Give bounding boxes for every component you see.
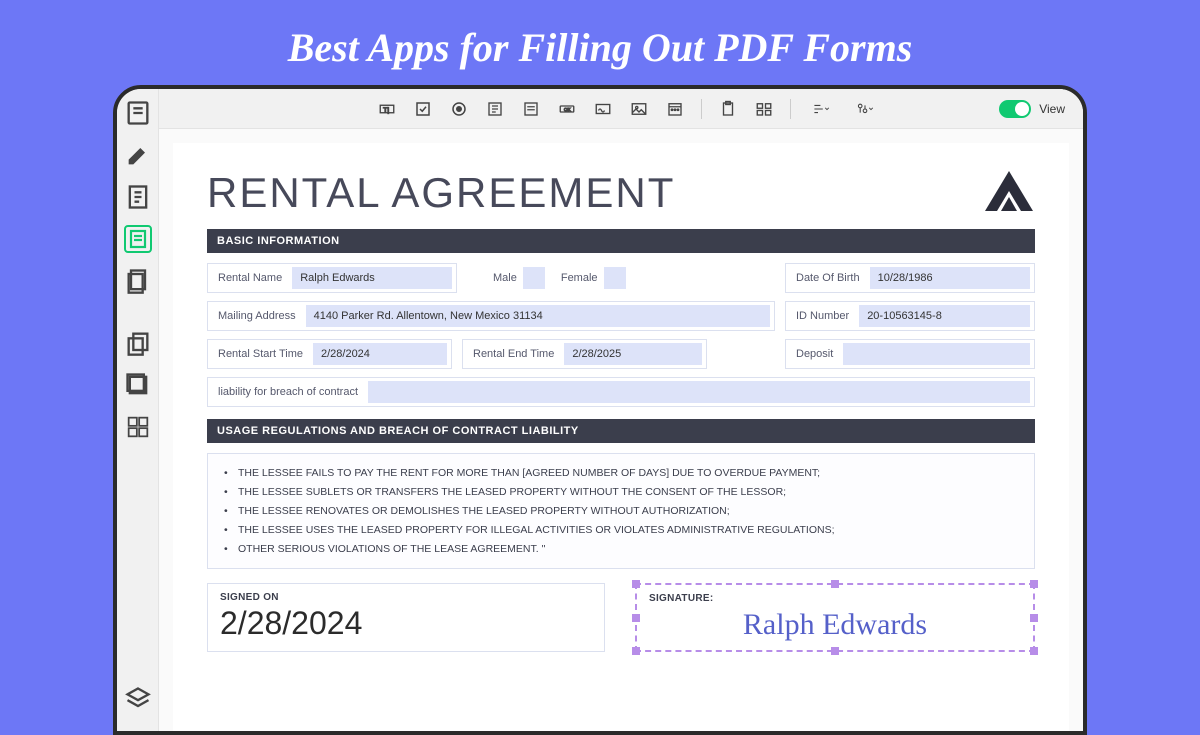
field-label: ID Number <box>786 310 859 322</box>
usage-item: THE LESSEE USES THE LEASED PROPERTY FOR … <box>224 521 1018 540</box>
id-number-field[interactable]: ID Number 20-10563145-8 <box>785 301 1035 331</box>
signature-value[interactable]: Ralph Edwards <box>649 608 1021 642</box>
tool-layers-icon[interactable] <box>124 685 152 713</box>
field-value[interactable]: 2/28/2024 <box>313 343 447 365</box>
usage-regulations-list: THE LESSEE FAILS TO PAY THE RENT FOR MOR… <box>207 453 1035 569</box>
toolbar-divider <box>790 99 791 119</box>
top-toolbar: T| OK Vi <box>159 89 1083 129</box>
female-checkbox[interactable] <box>604 267 626 289</box>
radio-icon[interactable] <box>449 99 469 119</box>
section-usage: USAGE REGULATIONS AND BREACH OF CONTRACT… <box>207 419 1035 443</box>
usage-item: THE LESSEE RENOVATES OR DEMOLISHES THE L… <box>224 502 1018 521</box>
resize-handle[interactable] <box>1030 580 1038 588</box>
field-label: Rental End Time <box>463 348 564 360</box>
checkbox-icon[interactable] <box>413 99 433 119</box>
tools-icon[interactable] <box>851 99 879 119</box>
left-toolbar <box>117 89 159 731</box>
tool-pages-icon[interactable] <box>124 267 152 295</box>
view-label: View <box>1039 102 1065 116</box>
resize-handle[interactable] <box>632 614 640 622</box>
resize-handle[interactable] <box>831 580 839 588</box>
mailing-address-field[interactable]: Mailing Address 4140 Parker Rd. Allentow… <box>207 301 775 331</box>
field-label: Mailing Address <box>208 310 306 322</box>
listbox-icon[interactable] <box>521 99 541 119</box>
tool-stack-icon[interactable] <box>124 371 152 399</box>
toolbar-divider <box>701 99 702 119</box>
hero-title: Best Apps for Filling Out PDF Forms <box>0 0 1200 85</box>
resize-handle[interactable] <box>1030 647 1038 655</box>
field-value[interactable]: Ralph Edwards <box>292 267 452 289</box>
signed-on-box: SIGNED ON 2/28/2024 <box>207 583 605 652</box>
tool-highlighter-icon[interactable] <box>124 141 152 169</box>
field-value[interactable] <box>368 381 1030 403</box>
field-label: Deposit <box>786 348 843 360</box>
align-icon[interactable] <box>807 99 835 119</box>
document-title: RENTAL AGREEMENT <box>207 169 675 217</box>
field-label: liability for breach of contract <box>208 386 368 398</box>
field-value[interactable] <box>843 343 1030 365</box>
field-value[interactable]: 20-10563145-8 <box>859 305 1030 327</box>
tool-grid-icon[interactable] <box>124 413 152 441</box>
usage-item: THE LESSEE FAILS TO PAY THE RENT FOR MOR… <box>224 464 1018 483</box>
signed-date-value[interactable]: 2/28/2024 <box>220 605 592 642</box>
field-label: Rental Start Time <box>208 348 313 360</box>
resize-handle[interactable] <box>1030 614 1038 622</box>
signature-box[interactable]: SIGNATURE: Ralph Edwards <box>635 583 1035 652</box>
tablet-frame: T| OK Vi <box>113 85 1087 735</box>
dob-field[interactable]: Date Of Birth 10/28/1986 <box>785 263 1035 293</box>
signed-label: SIGNED ON <box>220 592 592 603</box>
tool-copy-icon[interactable] <box>124 329 152 357</box>
field-value[interactable]: 10/28/1986 <box>870 267 1030 289</box>
date-icon[interactable] <box>665 99 685 119</box>
rental-start-field[interactable]: Rental Start Time 2/28/2024 <box>207 339 452 369</box>
svg-text:OK: OK <box>564 106 571 111</box>
button-icon[interactable]: OK <box>557 99 577 119</box>
female-label: Female <box>561 272 598 284</box>
field-label: Date Of Birth <box>786 272 870 284</box>
svg-text:T|: T| <box>383 107 389 114</box>
resize-handle[interactable] <box>632 580 640 588</box>
resize-handle[interactable] <box>831 647 839 655</box>
liability-field[interactable]: liability for breach of contract <box>207 377 1035 407</box>
field-value[interactable]: 2/28/2025 <box>564 343 702 365</box>
field-label: Rental Name <box>208 272 292 284</box>
male-checkbox[interactable] <box>523 267 545 289</box>
grid-tool-icon[interactable] <box>754 99 774 119</box>
tool-form-icon[interactable] <box>124 225 152 253</box>
resize-handle[interactable] <box>632 647 640 655</box>
field-value[interactable]: 4140 Parker Rd. Allentown, New Mexico 31… <box>306 305 770 327</box>
company-logo-icon <box>983 169 1035 213</box>
image-icon[interactable] <box>629 99 649 119</box>
rental-name-field[interactable]: Rental Name Ralph Edwards <box>207 263 457 293</box>
paste-icon[interactable] <box>718 99 738 119</box>
usage-item: THE LESSEE SUBLETS OR TRANSFERS THE LEAS… <box>224 483 1018 502</box>
tool-edit-icon[interactable] <box>124 183 152 211</box>
rental-end-field[interactable]: Rental End Time 2/28/2025 <box>462 339 707 369</box>
gender-field: Male Female <box>487 263 632 293</box>
male-label: Male <box>493 272 517 284</box>
tool-reader-icon[interactable] <box>124 99 152 127</box>
document-canvas: RENTAL AGREEMENT BASIC INFORMATION Renta… <box>173 143 1069 731</box>
deposit-field[interactable]: Deposit <box>785 339 1035 369</box>
section-basic-info: BASIC INFORMATION <box>207 229 1035 253</box>
dropdown-icon[interactable] <box>485 99 505 119</box>
view-toggle[interactable] <box>999 100 1031 118</box>
signature-label: SIGNATURE: <box>649 593 1021 604</box>
signature-icon[interactable] <box>593 99 613 119</box>
usage-item: OTHER SERIOUS VIOLATIONS OF THE LEASE AG… <box>224 540 1018 559</box>
text-field-icon[interactable]: T| <box>377 99 397 119</box>
